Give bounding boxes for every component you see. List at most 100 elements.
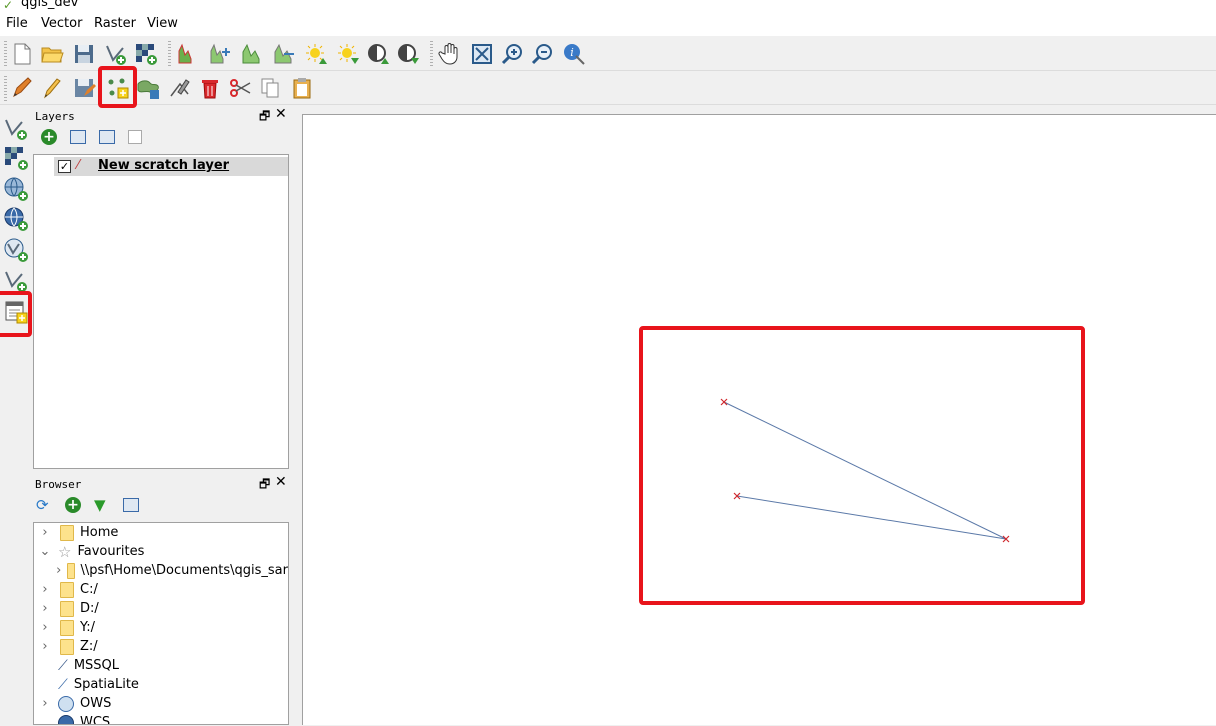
brightness-down-icon[interactable] xyxy=(334,40,362,68)
histogram-stretch-icon[interactable] xyxy=(206,40,234,68)
close-panel-icon[interactable]: ✕ xyxy=(275,474,287,490)
add-selected-layers-icon[interactable]: + xyxy=(65,497,81,513)
add-wms-layer-icon[interactable] xyxy=(2,175,30,203)
cut-features-icon[interactable] xyxy=(226,74,254,102)
feather-icon: ⟋ xyxy=(58,676,68,693)
browser-item-drive-c[interactable]: › C:/ xyxy=(34,580,288,599)
add-delimited-text-layer-icon[interactable] xyxy=(2,266,30,294)
layer-visibility-checkbox[interactable]: ✓ xyxy=(58,160,71,173)
browser-item-home[interactable]: › Home xyxy=(34,523,288,542)
copy-features-icon[interactable] xyxy=(256,74,284,102)
browser-item-label: WCS xyxy=(80,715,111,725)
menu-raster[interactable]: Raster xyxy=(94,16,136,31)
digitizing-toolbar xyxy=(0,72,1216,105)
paste-features-icon[interactable] xyxy=(288,74,316,102)
float-panel-icon[interactable]: 🗗 xyxy=(259,475,270,496)
layer-name: New scratch layer xyxy=(98,158,230,173)
chevron-right-icon[interactable]: › xyxy=(34,601,56,616)
delete-selected-icon[interactable] xyxy=(196,74,224,102)
browser-item-label: SpatiaLite xyxy=(73,677,139,692)
mssql-icon: ⟋ xyxy=(58,657,68,674)
folder-icon xyxy=(60,524,74,541)
browser-item-label: C:/ xyxy=(80,582,98,597)
title-bar: ✓ qgis_dev xyxy=(0,0,1216,14)
current-edits-icon[interactable] xyxy=(8,74,36,102)
chevron-right-icon[interactable]: › xyxy=(34,696,56,711)
browser-item-label: Home xyxy=(80,525,119,540)
filter-icon[interactable]: ▼ xyxy=(94,496,106,514)
refresh-icon[interactable]: ⟳ xyxy=(36,496,49,514)
filter-legend-icon[interactable] xyxy=(99,130,115,144)
zoom-in-icon[interactable] xyxy=(498,40,526,68)
new-project-icon[interactable] xyxy=(8,40,36,68)
browser-tree: › Home ⌄ ☆ Favourites › \\psf\Home\Docum… xyxy=(33,522,289,725)
add-vector-layer-icon[interactable] xyxy=(102,40,130,68)
zoom-out-icon[interactable] xyxy=(528,40,556,68)
browser-item-spatialite[interactable]: ⟋ SpatiaLite xyxy=(34,675,288,694)
globe-icon xyxy=(58,695,74,712)
browser-item-drive-y[interactable]: › Y:/ xyxy=(34,618,288,637)
map-canvas[interactable] xyxy=(302,114,1216,725)
folder-icon xyxy=(67,562,75,579)
add-wfs-layer-icon[interactable] xyxy=(2,236,30,264)
add-polygon-feature-icon[interactable] xyxy=(134,74,162,102)
add-raster-layer-icon[interactable] xyxy=(132,40,160,68)
toggle-editing-icon[interactable] xyxy=(38,74,66,102)
vertex-tool-icon[interactable] xyxy=(166,74,194,102)
histogram-local-icon[interactable] xyxy=(238,40,266,68)
browser-item-drive-z[interactable]: › Z:/ xyxy=(34,637,288,656)
browser-item-label: Z:/ xyxy=(80,639,98,654)
browser-item-mssql[interactable]: ⟋ MSSQL xyxy=(34,656,288,675)
close-panel-icon[interactable]: ✕ xyxy=(275,106,287,122)
browser-item-wcs[interactable]: WCS xyxy=(34,713,288,725)
layers-tree: ✓ ⁄ New scratch layer xyxy=(33,154,289,469)
folder-icon xyxy=(60,619,74,636)
layer-row[interactable]: ✓ ⁄ New scratch layer xyxy=(54,157,288,176)
svg-text:i: i xyxy=(570,46,574,59)
contrast-up-icon[interactable] xyxy=(364,40,392,68)
add-group-icon[interactable]: + xyxy=(41,129,57,145)
browser-item-label: D:/ xyxy=(80,601,99,616)
histogram-icon[interactable] xyxy=(174,40,202,68)
pan-hand-icon[interactable] xyxy=(436,40,464,68)
browser-item-drive-d[interactable]: › D:/ xyxy=(34,599,288,618)
line-layer-icon: ⁄ xyxy=(77,158,80,173)
add-wcs-layer-icon[interactable] xyxy=(2,205,30,233)
float-panel-icon[interactable]: 🗗 xyxy=(259,107,270,128)
layer-toolbar xyxy=(0,105,32,725)
chevron-right-icon[interactable]: › xyxy=(34,639,56,654)
open-project-icon[interactable] xyxy=(38,40,66,68)
chevron-right-icon[interactable]: › xyxy=(54,563,63,578)
add-vector-layer-icon[interactable] xyxy=(2,114,30,142)
layers-panel-title: Layers xyxy=(35,110,75,123)
layers-panel-header: Layers 🗗 ✕ xyxy=(33,106,289,126)
menu-file[interactable]: File xyxy=(6,16,28,31)
identify-icon[interactable]: i xyxy=(560,40,588,68)
histogram-full-icon[interactable] xyxy=(270,40,298,68)
save-edits-icon[interactable] xyxy=(70,74,98,102)
brightness-up-icon[interactable] xyxy=(302,40,330,68)
chevron-right-icon[interactable]: › xyxy=(34,525,56,540)
manage-map-themes-icon[interactable] xyxy=(70,130,86,144)
star-icon: ☆ xyxy=(58,542,72,561)
highlight-new-scratch-layer-button xyxy=(0,291,32,337)
zoom-full-icon[interactable] xyxy=(468,40,496,68)
collapse-all-icon[interactable] xyxy=(123,498,139,512)
save-project-icon[interactable] xyxy=(70,40,98,68)
menu-view[interactable]: View xyxy=(147,16,178,31)
browser-item-label: MSSQL xyxy=(73,658,120,673)
chevron-right-icon[interactable]: › xyxy=(34,582,56,597)
chevron-right-icon[interactable]: › xyxy=(34,620,56,635)
browser-item-favourites[interactable]: ⌄ ☆ Favourites xyxy=(34,542,288,561)
remove-layer-icon[interactable] xyxy=(128,130,142,144)
browser-item-label: \\psf\Home\Documents\qgis_sar xyxy=(80,563,289,578)
menu-vector[interactable]: Vector xyxy=(41,16,82,31)
window-title: qgis_dev xyxy=(21,0,79,10)
chevron-down-icon[interactable]: ⌄ xyxy=(34,544,56,559)
browser-item-label: OWS xyxy=(80,696,112,711)
add-raster-layer-icon[interactable] xyxy=(2,144,30,172)
browser-item-favourite-path[interactable]: › \\psf\Home\Documents\qgis_sar xyxy=(34,561,288,580)
browser-item-ows[interactable]: › OWS xyxy=(34,694,288,713)
contrast-down-icon[interactable] xyxy=(394,40,422,68)
menu-bar: File Vector Raster View xyxy=(0,14,1216,36)
